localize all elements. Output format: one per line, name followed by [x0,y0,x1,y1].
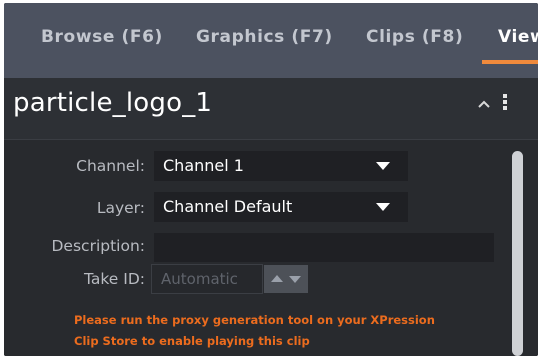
channel-value: Channel 1 [163,156,244,175]
panel-header: particle_logo_1 [4,78,538,140]
clip-title: particle_logo_1 [13,88,213,118]
chevron-up-icon[interactable] [477,99,491,109]
warning-line-2: Clip Store to enable playing this clip [74,334,310,348]
tab-clips[interactable]: Clips (F8) [366,27,463,47]
proxy-warning-message: Please run the proxy generation tool on … [74,310,454,352]
vertical-ellipsis-icon[interactable] [500,94,510,116]
tab-view[interactable]: View [498,27,538,47]
description-label: Description: [51,237,146,255]
description-input[interactable] [154,233,494,262]
tab-bar: Browse (F6) Graphics (F7) Clips (F8) Vie… [4,3,538,78]
arrow-down-icon[interactable] [289,276,301,283]
clip-properties-form: Channel: Channel 1 Layer: Channel Defaul… [4,141,538,356]
layer-value: Channel Default [163,197,293,216]
tab-graphics[interactable]: Graphics (F7) [196,27,333,47]
arrow-up-icon[interactable] [271,275,283,282]
clip-inspector-window: Browse (F6) Graphics (F7) Clips (F8) Vie… [4,3,538,356]
tab-browse[interactable]: Browse (F6) [41,27,163,47]
chevron-down-icon [376,162,390,170]
warning-line-1: Please run the proxy generation tool on … [74,313,435,327]
channel-select[interactable]: Channel 1 [154,151,408,181]
channel-label: Channel: [76,157,145,175]
vertical-scrollbar[interactable] [512,151,523,356]
take-id-input[interactable] [151,264,263,294]
layer-select[interactable]: Channel Default [154,192,408,222]
layer-label: Layer: [96,199,145,217]
take-id-stepper[interactable] [264,265,308,293]
active-tab-indicator [482,60,538,64]
take-id-label: Take ID: [83,270,145,288]
chevron-down-icon [376,203,390,211]
